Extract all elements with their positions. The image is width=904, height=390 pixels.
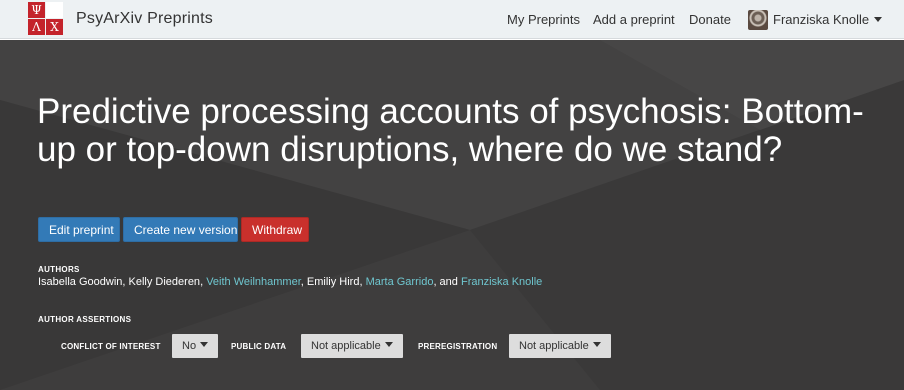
dropdown-value: Not applicable: [519, 340, 589, 352]
preprint-title: Predictive processing accounts of psycho…: [37, 92, 864, 169]
public-data-dropdown[interactable]: Not applicable: [301, 334, 403, 358]
chevron-down-icon: [874, 17, 883, 22]
psyarxiv-logo[interactable]: Ψ Λ Χ: [28, 2, 64, 36]
chevron-down-icon: [384, 342, 393, 347]
authors-list: Isabella Goodwin, Kelly Diederen, Veith …: [38, 276, 542, 288]
author-name: Emiliy Hird: [306, 276, 360, 288]
logo-psi-cell: Ψ: [28, 2, 45, 18]
logo-blank-cell: [46, 2, 63, 18]
author-link[interactable]: Veith Weilnhammer: [206, 276, 301, 288]
dropdown-value: No: [182, 340, 197, 352]
public-data-label: PUBLIC DATA: [231, 342, 287, 351]
logo-lambda-cell: Λ: [28, 19, 45, 35]
user-menu-label: Franziska Knolle: [773, 12, 883, 27]
avatar: [748, 10, 768, 30]
dropdown-value: Not applicable: [311, 340, 381, 352]
chevron-down-icon: [200, 342, 209, 347]
author-name: Isabella Goodwin: [38, 276, 123, 288]
logo-chi-cell: Χ: [46, 19, 63, 35]
create-new-version-button[interactable]: Create new version: [123, 217, 238, 242]
nav-donate[interactable]: Donate: [689, 12, 731, 27]
author-link[interactable]: Franziska Knolle: [461, 276, 542, 288]
brand-name[interactable]: PsyArXiv Preprints: [76, 10, 213, 28]
preprint-header: Predictive processing accounts of psycho…: [0, 40, 904, 390]
author-separator: , and: [433, 276, 461, 288]
chevron-down-icon: [592, 342, 601, 347]
preregistration-label: PREREGISTRATION: [418, 342, 498, 351]
preregistration-dropdown[interactable]: Not applicable: [509, 334, 611, 358]
author-name: Kelly Diederen: [128, 276, 201, 288]
user-name: Franziska Knolle: [773, 12, 870, 27]
top-navbar: Ψ Λ Χ PsyArXiv Preprints My Preprints Ad…: [0, 0, 904, 39]
conflict-of-interest-label: CONFLICT OF INTEREST: [61, 342, 161, 351]
author-link[interactable]: Marta Garrido: [366, 276, 434, 288]
edit-preprint-button[interactable]: Edit preprint: [38, 217, 120, 242]
conflict-of-interest-dropdown[interactable]: No: [172, 334, 219, 358]
authors-heading: AUTHORS: [38, 265, 80, 274]
nav-my-preprints[interactable]: My Preprints: [507, 12, 580, 27]
nav-add-preprint[interactable]: Add a preprint: [593, 12, 675, 27]
author-assertions-heading: AUTHOR ASSERTIONS: [38, 315, 132, 324]
withdraw-button[interactable]: Withdraw: [241, 217, 309, 242]
